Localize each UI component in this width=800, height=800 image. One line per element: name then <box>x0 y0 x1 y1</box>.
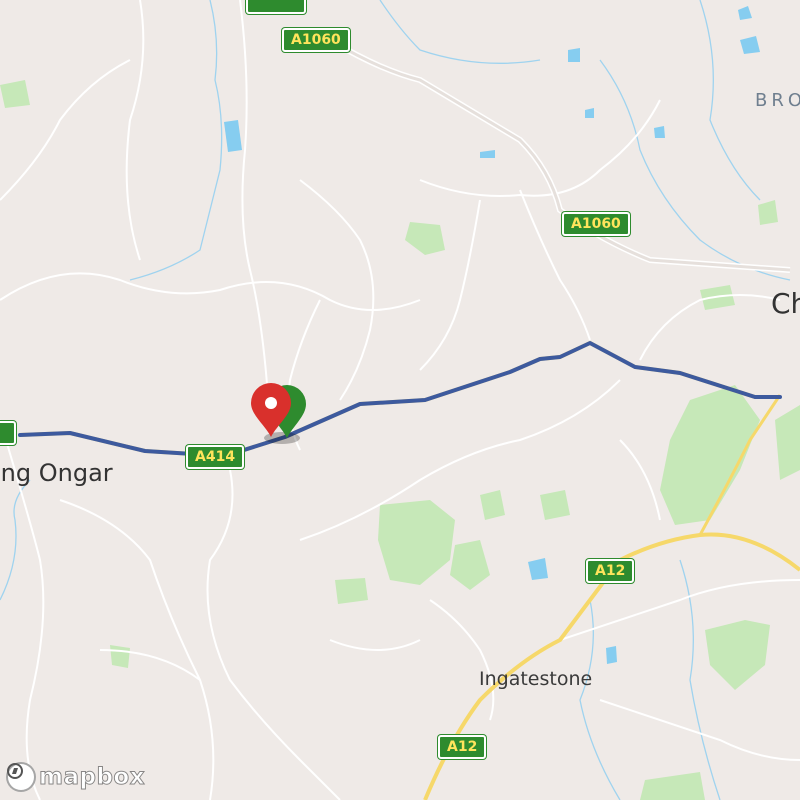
road-shield-a12: A12 <box>586 559 635 583</box>
place-label-broomfield: BRO <box>755 90 800 111</box>
route-line <box>18 341 782 458</box>
place-label-ingatestone: Ingatestone <box>479 668 593 690</box>
place-label-chelmsford: Ch <box>771 287 800 320</box>
mapbox-logo-text: mapbox <box>38 764 146 791</box>
road-shield-a414: A414 <box>186 445 245 469</box>
map-canvas[interactable] <box>0 0 800 800</box>
place-label-ongar: ing Ongar <box>0 459 113 487</box>
mapbox-logo-icon <box>6 762 36 792</box>
park-areas <box>0 80 800 800</box>
road-shield-a1060: A1060 <box>562 212 630 236</box>
road-shield-left-edge <box>0 421 16 445</box>
road-shield-a12: A12 <box>438 735 487 759</box>
pin-center-dot <box>265 397 277 409</box>
road-shield-top-edge <box>246 0 306 14</box>
mapbox-logo[interactable]: mapbox <box>6 762 145 792</box>
map-view[interactable]: ing Ongar Ingatestone Ch BRO A1060 A1060… <box>0 0 800 800</box>
road-shield-a1060: A1060 <box>282 28 350 52</box>
